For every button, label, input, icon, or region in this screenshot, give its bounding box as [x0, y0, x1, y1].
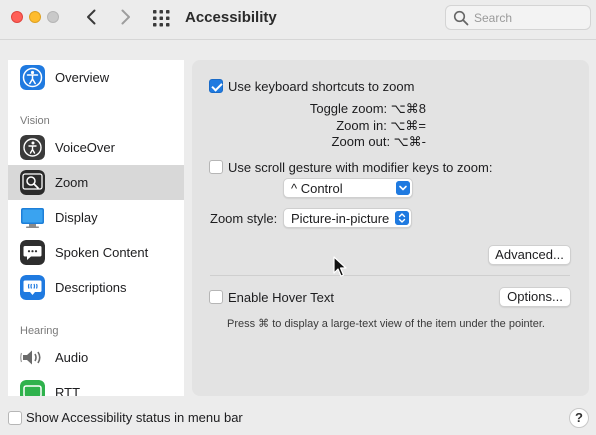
window-title: Accessibility: [185, 9, 277, 26]
back-button[interactable]: [82, 7, 102, 27]
keyboard-shortcuts-checkbox[interactable]: [209, 79, 223, 93]
section-header-vision: Vision: [20, 115, 50, 127]
panel-divider: [210, 275, 570, 276]
zoom-window-button[interactable]: [47, 11, 59, 23]
zoom-style-popup[interactable]: Picture-in-picture: [283, 208, 412, 228]
updown-chevron-icon: [395, 211, 409, 225]
sidebar-item-label: Descriptions: [55, 280, 127, 295]
preferences-window: Accessibility Overview Vision Vo: [0, 0, 596, 435]
keyboard-shortcuts-label: Use keyboard shortcuts to zoom: [228, 79, 415, 94]
close-button[interactable]: [11, 11, 23, 23]
mouse-pointer-icon: [333, 256, 347, 277]
minimize-button[interactable]: [29, 11, 41, 23]
rtt-icon: [20, 380, 45, 396]
grid-icon: [153, 10, 170, 27]
zoom-style-label: Zoom style:: [210, 211, 278, 226]
modifier-key-value: ^ Control: [291, 181, 343, 196]
modifier-key-popup[interactable]: ^ Control: [283, 178, 413, 198]
descriptions-icon: [20, 275, 45, 300]
sidebar-item-display[interactable]: Display: [8, 200, 184, 235]
scroll-gesture-label: Use scroll gesture with modifier keys to…: [228, 160, 493, 175]
zoom-icon: [20, 170, 45, 195]
sidebar-item-label: Zoom: [55, 175, 89, 190]
audio-icon: [20, 350, 41, 365]
shortcut-toggle-zoom: Toggle zoom: ⌥⌘8: [309, 101, 426, 116]
sidebar: Overview Vision VoiceOver Zoom Display S…: [8, 60, 184, 396]
display-icon: [21, 208, 44, 228]
title-bar: Accessibility: [0, 0, 596, 40]
sidebar-item-spoken-content[interactable]: Spoken Content: [8, 235, 184, 270]
forward-button[interactable]: [115, 7, 135, 27]
sidebar-item-label: VoiceOver: [55, 140, 115, 155]
sidebar-item-label: Spoken Content: [55, 245, 149, 260]
sidebar-item-audio[interactable]: Audio: [8, 340, 184, 375]
section-header-hearing: Hearing: [20, 325, 59, 337]
chevron-left-icon: [87, 9, 96, 25]
sidebar-item-voiceover[interactable]: VoiceOver: [8, 130, 184, 165]
zoom-settings-panel: Use keyboard shortcuts to zoom Toggle zo…: [192, 60, 589, 396]
sidebar-item-rtt[interactable]: RTT: [8, 375, 184, 396]
hover-text-hint: Press ⌘ to display a large-text view of …: [227, 318, 545, 330]
advanced-button[interactable]: Advanced...: [488, 245, 571, 265]
status-menu-label: Show Accessibility status in menu bar: [26, 410, 243, 425]
sidebar-item-label: Audio: [55, 350, 89, 365]
shortcut-zoom-in: Zoom in: ⌥⌘=: [336, 118, 426, 133]
zoom-style-value: Picture-in-picture: [291, 211, 390, 226]
search-input[interactable]: [474, 9, 584, 27]
status-menu-checkbox[interactable]: [8, 411, 22, 425]
search-field[interactable]: [445, 5, 591, 30]
chevron-down-icon: [396, 181, 410, 195]
voiceover-icon: [20, 135, 45, 160]
hover-text-checkbox[interactable]: [209, 290, 223, 304]
hover-text-label: Enable Hover Text: [228, 290, 334, 305]
sidebar-item-label: RTT: [55, 385, 81, 396]
help-button[interactable]: ?: [569, 408, 589, 428]
sidebar-item-label: Overview: [55, 70, 110, 85]
shortcut-zoom-out: Zoom out: ⌥⌘-: [331, 134, 426, 149]
accessibility-icon: [20, 65, 45, 90]
sidebar-item-zoom[interactable]: Zoom: [8, 165, 184, 200]
sidebar-item-label: Display: [55, 210, 98, 225]
sidebar-item-overview[interactable]: Overview: [8, 60, 184, 95]
show-all-button[interactable]: [152, 8, 172, 28]
scroll-gesture-checkbox[interactable]: [209, 160, 223, 174]
chevron-right-icon: [121, 9, 130, 25]
spoken-content-icon: [20, 240, 45, 265]
sidebar-item-descriptions[interactable]: Descriptions: [8, 270, 184, 305]
search-icon: [453, 10, 469, 26]
hover-text-options-button[interactable]: Options...: [499, 287, 571, 307]
